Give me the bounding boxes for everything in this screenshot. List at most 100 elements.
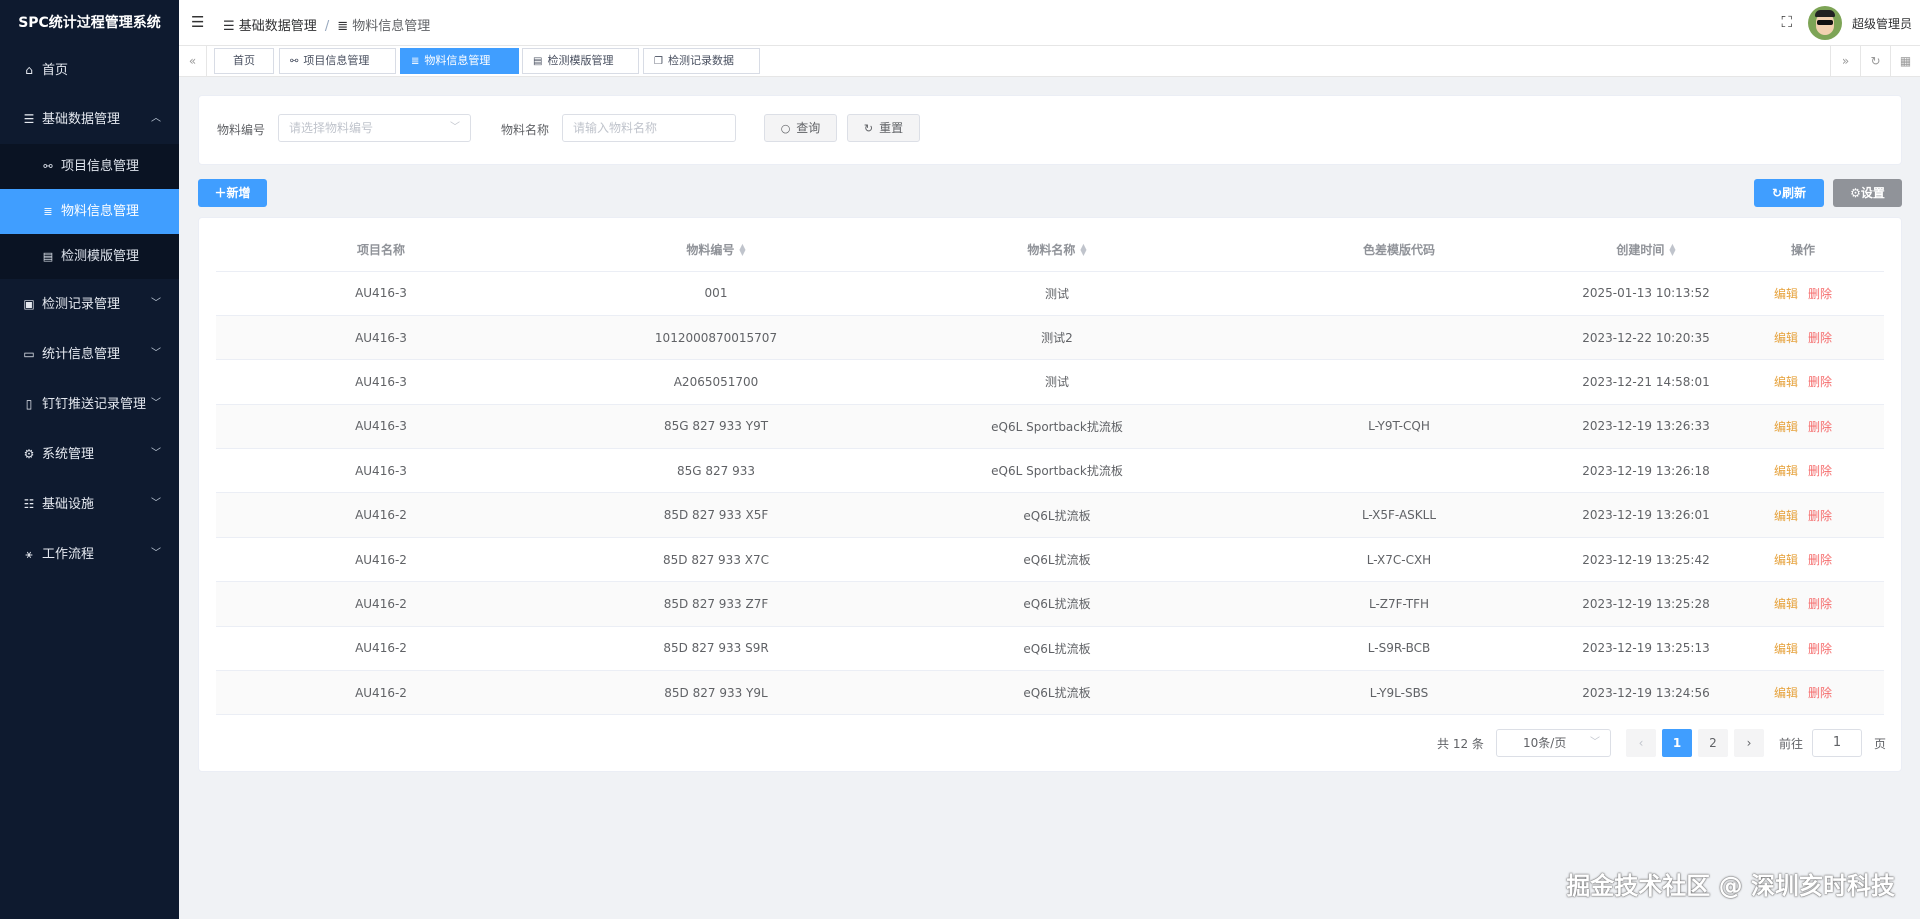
table-header-row: 项目名称 物料编号 ▲ ▼ 物料名称 ▲ ▼ 色差模版代码 创建时间 ▲ ▼ 操作: [216, 228, 1884, 272]
cell-template-code: L-Y9T-CQH: [1228, 404, 1570, 450]
tab-home[interactable]: 首页: [214, 48, 274, 74]
sidebar-item-infrastructure[interactable]: ☷ 基础设施 ﹀: [0, 479, 179, 529]
cell-actions: 编辑 删除: [1722, 359, 1884, 405]
cell-actions: 编辑 删除: [1722, 271, 1884, 316]
sort-icon[interactable]: ▲ ▼: [1080, 243, 1086, 257]
tab-template[interactable]: ▤ 检测模版管理: [522, 48, 639, 74]
sidebar-item-basic-data[interactable]: ☰ 基础数据管理 ︿: [0, 94, 179, 144]
cell-created-time: 2023-12-19 13:25:13: [1570, 626, 1722, 672]
add-button[interactable]: ＋新增: [198, 179, 267, 207]
hamburger-icon[interactable]: ☰: [191, 13, 204, 31]
scroll-right-icon[interactable]: »: [1830, 46, 1860, 76]
table-row: AU416-2 85D 827 933 Z7F eQ6L扰流板 L-Z7F-TFH 20…: [216, 581, 1884, 627]
tab-project-info[interactable]: ⚯ 项目信息管理: [279, 48, 396, 74]
delete-link[interactable]: 删除: [1808, 597, 1832, 611]
column-header-project-name: 项目名称: [216, 228, 546, 272]
next-page-button[interactable]: ›: [1734, 729, 1764, 757]
avatar[interactable]: [1808, 6, 1842, 40]
refresh-icon[interactable]: ↻: [1860, 46, 1890, 76]
page-button-1[interactable]: 1: [1662, 729, 1692, 757]
sort-icon[interactable]: ▲ ▼: [1669, 243, 1675, 257]
breadcrumb-separator: /: [324, 19, 330, 34]
edit-link[interactable]: 编辑: [1774, 509, 1798, 523]
prev-page-button[interactable]: ‹: [1626, 729, 1656, 757]
cell-project-name: AU416-3: [216, 271, 546, 316]
sidebar-item-template[interactable]: ▤ 检测模版管理: [0, 234, 179, 279]
reset-button[interactable]: ↻ 重置: [847, 114, 920, 142]
file-icon: ▯: [25, 397, 33, 411]
edit-link[interactable]: 编辑: [1774, 287, 1798, 301]
settings-button[interactable]: ⚙设置: [1833, 179, 1902, 207]
edit-link[interactable]: 编辑: [1774, 375, 1798, 389]
page-button-2[interactable]: 2: [1698, 729, 1728, 757]
delete-link[interactable]: 删除: [1808, 331, 1832, 345]
username[interactable]: 超级管理员: [1852, 15, 1912, 32]
sidebar-item-label: 基础设施: [42, 497, 95, 512]
tab-inspection-records[interactable]: ❐ 检测记录数据: [643, 48, 760, 74]
fullscreen-icon[interactable]: ⛶: [1781, 13, 1792, 31]
chevron-down-icon: ﹀: [151, 398, 161, 409]
sidebar-item-label: 钉钉推送记录管理: [42, 397, 147, 412]
goto-page-input[interactable]: 1: [1812, 729, 1862, 757]
sidebar-item-system[interactable]: ⚙ 系统管理 ﹀: [0, 429, 179, 479]
cell-material-name: eQ6L扰流板: [886, 492, 1228, 538]
cell-material-code: 85D 827 933 X5F: [546, 492, 886, 538]
delete-link[interactable]: 删除: [1808, 553, 1832, 567]
tab-material-info[interactable]: ≣ 物料信息管理: [400, 48, 519, 74]
sidebar-item-dingtalk[interactable]: ▯ 钉钉推送记录管理 ﹀: [0, 379, 179, 429]
delete-link[interactable]: 删除: [1808, 686, 1832, 700]
delete-link[interactable]: 删除: [1808, 642, 1832, 656]
delete-link[interactable]: 删除: [1808, 375, 1832, 389]
delete-link[interactable]: 删除: [1808, 287, 1832, 301]
sort-icon[interactable]: ▲ ▼: [739, 243, 745, 257]
refresh-button[interactable]: ↻刷新: [1754, 179, 1824, 207]
page-size-select[interactable]: 10条/页 ﹀: [1496, 729, 1611, 757]
material-name-input[interactable]: 请输入物料名称: [562, 114, 736, 142]
cell-project-name: AU416-3: [216, 404, 546, 450]
edit-link[interactable]: 编辑: [1774, 464, 1798, 478]
material-code-label: 物料编号: [217, 123, 266, 137]
sidebar-item-workflow[interactable]: ⚹ 工作流程 ﹀: [0, 529, 179, 579]
query-button[interactable]: ○ 查询: [764, 114, 837, 142]
cell-material-name: eQ6L扰流板: [886, 670, 1228, 716]
delete-link[interactable]: 删除: [1808, 464, 1832, 478]
column-header-created-time[interactable]: 创建时间 ▲ ▼: [1570, 228, 1722, 272]
cell-template-code: [1228, 271, 1570, 316]
material-name-label: 物料名称: [501, 123, 550, 137]
column-header-material-name[interactable]: 物料名称 ▲ ▼: [886, 228, 1228, 272]
table-row: AU416-3 85G 827 933 eQ6L Sportback扰流板 2023-…: [216, 448, 1884, 494]
sidebar-item-label: 系统管理: [42, 447, 95, 462]
cell-created-time: 2023-12-22 10:20:35: [1570, 315, 1722, 361]
sidebar-item-project-info[interactable]: ⚯ 项目信息管理: [0, 144, 179, 189]
list-icon: ☷: [23, 497, 35, 511]
edit-link[interactable]: 编辑: [1774, 331, 1798, 345]
edit-link[interactable]: 编辑: [1774, 553, 1798, 567]
delete-link[interactable]: 删除: [1808, 509, 1832, 523]
cell-project-name: AU416-2: [216, 581, 546, 627]
delete-link[interactable]: 删除: [1808, 420, 1832, 434]
breadcrumb-item[interactable]: 基础数据管理: [239, 19, 317, 34]
column-header-material-code[interactable]: 物料编号 ▲ ▼: [546, 228, 886, 272]
sidebar-item-label: 项目信息管理: [61, 159, 140, 174]
edit-link[interactable]: 编辑: [1774, 642, 1798, 656]
sidebar-item-home[interactable]: ⌂ 首页: [0, 46, 179, 94]
sidebar-item-material-info[interactable]: ≣ 物料信息管理: [0, 189, 179, 234]
scroll-left-icon[interactable]: «: [179, 46, 207, 76]
sidebar-item-statistics[interactable]: ▭ 统计信息管理 ﹀: [0, 329, 179, 379]
grid-icon[interactable]: ▦: [1890, 46, 1920, 76]
edit-link[interactable]: 编辑: [1774, 420, 1798, 434]
material-code-select[interactable]: 请选择物料编号 ﹀: [278, 114, 471, 142]
cell-material-name: 测试: [886, 271, 1228, 316]
top-navbar: ☰ ☰ 基础数据管理 / ≣ 物料信息管理 ⛶ 超级管理员: [179, 0, 1920, 46]
cell-project-name: AU416-2: [216, 492, 546, 538]
edit-link[interactable]: 编辑: [1774, 686, 1798, 700]
cell-created-time: 2023-12-19 13:26:18: [1570, 448, 1722, 494]
edit-link[interactable]: 编辑: [1774, 597, 1798, 611]
cell-created-time: 2023-12-19 13:25:42: [1570, 537, 1722, 583]
cell-actions: 编辑 删除: [1722, 581, 1884, 627]
breadcrumb-item-current: 物料信息管理: [352, 19, 431, 34]
sidebar-item-inspection-records[interactable]: ▣ 检测记录管理 ﹀: [0, 279, 179, 329]
cell-created-time: 2025-01-13 10:13:52: [1570, 271, 1722, 316]
goto-label: 前往: [1779, 737, 1804, 751]
cell-material-code: 85D 827 933 X7C: [546, 537, 886, 583]
